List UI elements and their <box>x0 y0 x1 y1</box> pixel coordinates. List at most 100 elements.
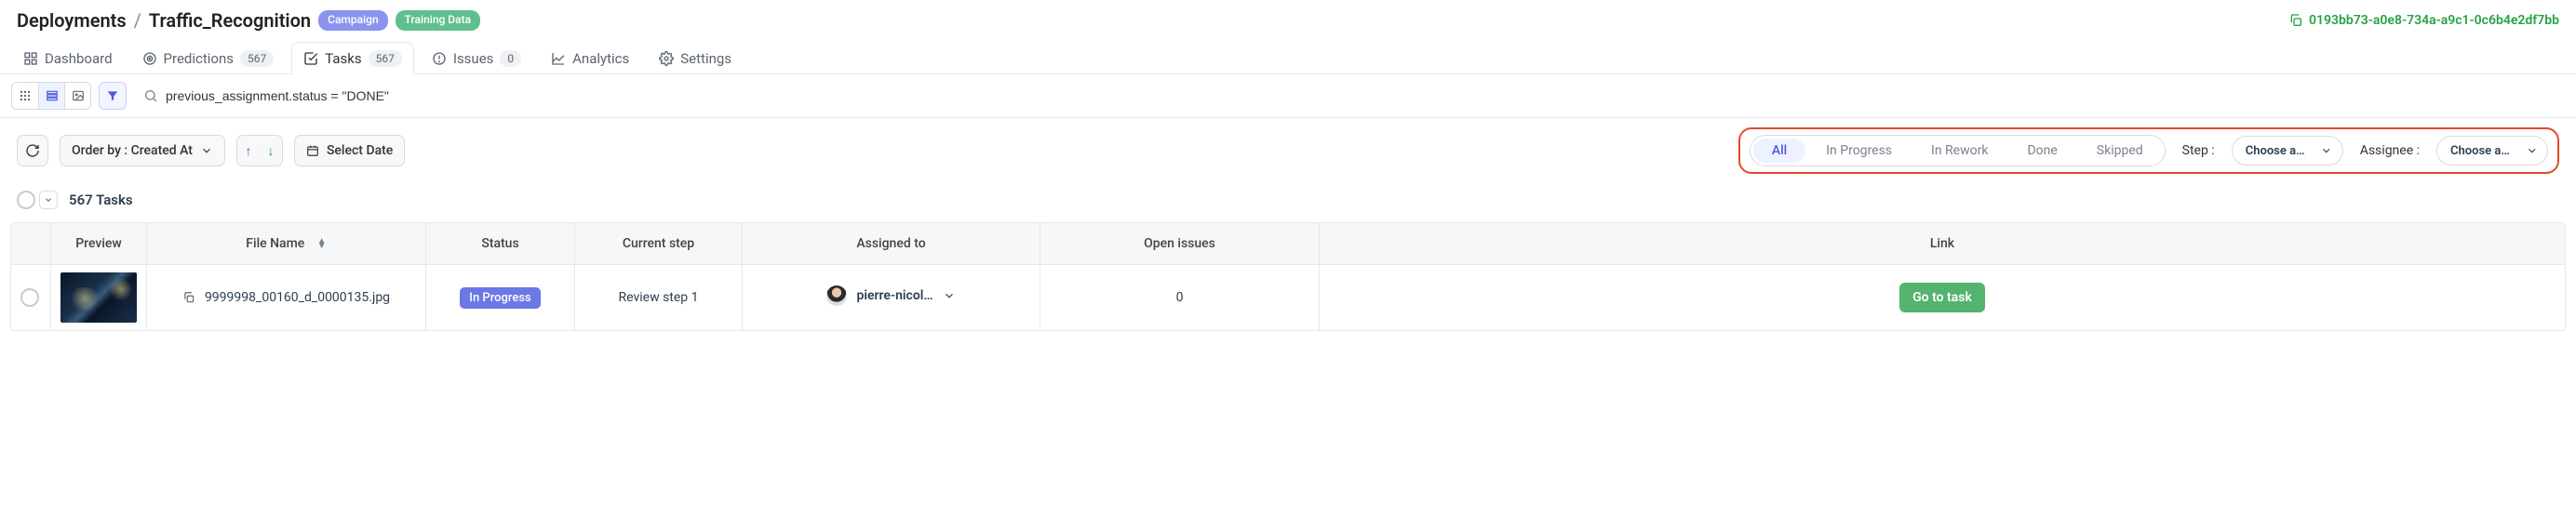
funnel-icon <box>106 89 119 102</box>
campaign-badge: Campaign <box>318 10 388 31</box>
highlighted-filters: All In Progress In Rework Done Skipped S… <box>1738 127 2559 174</box>
sort-asc-button[interactable]: ↑ <box>237 143 260 159</box>
tab-dashboard[interactable]: Dashboard <box>11 42 125 74</box>
order-by-button[interactable]: Order by : Created At <box>60 135 225 166</box>
avatar <box>826 285 847 306</box>
dashboard-icon <box>23 51 38 66</box>
copy-icon <box>2288 13 2303 28</box>
chevron-down-icon <box>2320 144 2332 157</box>
view-mode-group <box>11 82 91 110</box>
breadcrumb-separator: / <box>134 9 141 32</box>
seg-done[interactable]: Done <box>2008 139 2075 163</box>
sort-icon: ▲▼ <box>317 239 327 249</box>
row-issues-cell: 0 <box>1040 265 1319 330</box>
col-checkbox <box>11 223 50 265</box>
image-view-button[interactable] <box>64 83 90 109</box>
chevron-down-icon <box>44 195 53 205</box>
sort-desc-button[interactable]: ↓ <box>260 143 282 159</box>
col-link: Link <box>1319 223 2565 265</box>
filter-button[interactable] <box>99 82 127 110</box>
select-all-dropdown[interactable] <box>39 191 58 209</box>
tasks-icon <box>303 51 318 66</box>
breadcrumb-current: Traffic_Recognition <box>149 9 311 32</box>
tasks-count: 567 Tasks <box>69 192 133 208</box>
search-field[interactable] <box>134 83 2565 109</box>
select-date-button[interactable]: Select Date <box>294 135 405 166</box>
col-open-issues: Open issues <box>1040 223 1319 265</box>
tabs-bar: Dashboard Predictions 567 Tasks 567 Issu… <box>0 37 2576 74</box>
select-date-label: Select Date <box>327 143 393 158</box>
tasks-table: Preview File Name ▲▼ Status Current step… <box>10 222 2566 331</box>
tab-label: Issues <box>453 50 494 67</box>
search-input[interactable] <box>166 88 2556 103</box>
row-preview-cell <box>50 265 146 330</box>
search-icon <box>143 88 158 103</box>
grid-view-button[interactable] <box>12 83 38 109</box>
assignee-name: pierre-nicol… <box>856 288 932 303</box>
seg-in-progress[interactable]: In Progress <box>1807 139 1911 163</box>
tab-label: Predictions <box>164 50 234 67</box>
row-status-cell: In Progress <box>425 265 574 330</box>
controls-row: Order by : Created At ↑ ↓ Select Date Al… <box>0 118 2576 183</box>
row-step-cell: Review step 1 <box>574 265 742 330</box>
row-filename-cell: 9999998_00160_d_0000135.jpg <box>146 265 425 330</box>
step-select-value: Choose an … <box>2246 144 2312 158</box>
tab-label: Settings <box>680 50 731 67</box>
col-preview: Preview <box>50 223 146 265</box>
assignee-select[interactable]: pierre-nicol… <box>826 285 955 306</box>
select-all-checkbox[interactable] <box>17 191 35 209</box>
seg-all[interactable]: All <box>1753 139 1805 163</box>
tab-settings[interactable]: Settings <box>647 42 744 74</box>
tab-count: 567 <box>240 50 274 67</box>
list-view-button[interactable] <box>38 83 64 109</box>
page-header: Deployments / Traffic_Recognition Campai… <box>0 0 2576 37</box>
chevron-down-icon <box>200 144 213 157</box>
deployment-id[interactable]: 0193bb73-a0e8-734a-a9c1-0c6b4e2df7bb <box>2288 13 2559 28</box>
count-row: 567 Tasks <box>0 183 2576 222</box>
col-current-step: Current step <box>574 223 742 265</box>
col-filename-label: File Name <box>246 236 304 251</box>
assignee-select-value: Choose an … <box>2450 144 2516 158</box>
breadcrumb-root[interactable]: Deployments <box>17 9 127 32</box>
tab-count: 567 <box>369 50 402 67</box>
tab-predictions[interactable]: Predictions 567 <box>130 42 287 74</box>
tab-issues[interactable]: Issues 0 <box>420 42 533 74</box>
chevron-down-icon <box>2526 144 2538 157</box>
tab-tasks[interactable]: Tasks 567 <box>291 42 414 74</box>
col-assigned-to: Assigned to <box>742 223 1040 265</box>
tab-label: Dashboard <box>45 50 113 67</box>
row-checkbox[interactable] <box>20 288 39 307</box>
assignee-select[interactable]: Choose an … <box>2436 136 2548 166</box>
list-icon <box>46 89 59 102</box>
step-label: Step : <box>2182 143 2215 158</box>
grid-icon <box>19 89 32 102</box>
tab-count: 0 <box>500 50 521 67</box>
status-filter-segmented: All In Progress In Rework Done Skipped <box>1750 135 2166 166</box>
select-all-combo <box>17 191 58 209</box>
filename-text: 9999998_00160_d_0000135.jpg <box>205 290 390 305</box>
step-select[interactable]: Choose an … <box>2232 136 2343 166</box>
sort-direction: ↑ ↓ <box>236 135 283 166</box>
tab-label: Tasks <box>325 50 361 67</box>
row-assignee-cell: pierre-nicol… <box>742 265 1040 330</box>
filter-toolbar <box>0 74 2576 118</box>
refresh-button[interactable] <box>17 135 48 166</box>
gear-icon <box>659 51 674 66</box>
assignee-label: Assignee : <box>2360 143 2420 158</box>
col-filename[interactable]: File Name ▲▼ <box>146 223 425 265</box>
go-to-task-button[interactable]: Go to task <box>1899 283 1985 312</box>
seg-skipped[interactable]: Skipped <box>2078 139 2162 163</box>
tab-analytics[interactable]: Analytics <box>539 42 641 74</box>
seg-in-rework[interactable]: In Rework <box>1912 139 2006 163</box>
col-status: Status <box>425 223 574 265</box>
target-icon <box>142 51 157 66</box>
chevron-down-icon <box>943 289 956 302</box>
preview-thumbnail[interactable] <box>60 272 137 323</box>
deployment-id-text: 0193bb73-a0e8-734a-a9c1-0c6b4e2df7bb <box>2309 13 2559 28</box>
status-badge: In Progress <box>460 287 540 309</box>
row-checkbox-cell <box>11 265 50 330</box>
refresh-icon <box>25 143 40 158</box>
row-link-cell: Go to task <box>1319 265 2565 330</box>
breadcrumb: Deployments / Traffic_Recognition Campai… <box>17 9 480 32</box>
copy-icon[interactable] <box>182 291 195 304</box>
